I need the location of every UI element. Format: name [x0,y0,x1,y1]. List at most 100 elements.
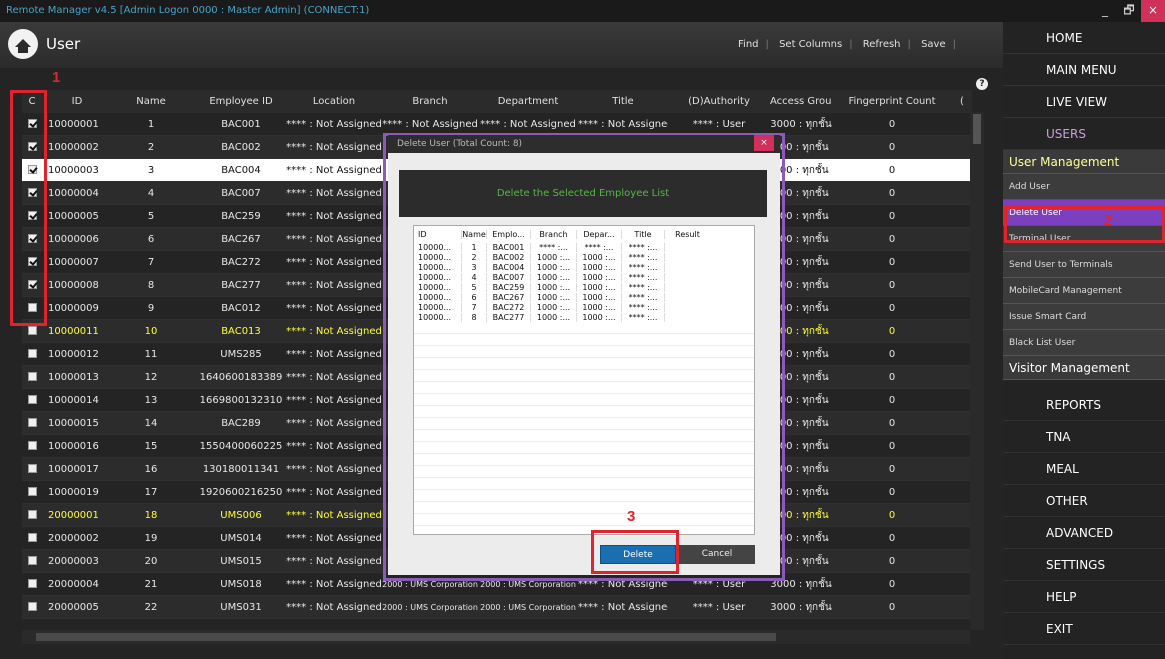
row-checkbox[interactable] [27,533,37,542]
nav-advanced[interactable]: ADVANCED [1003,517,1165,549]
row-checkbox[interactable] [27,464,37,473]
dialog-col-result[interactable]: Result [665,230,710,239]
nav-reports[interactable]: REPORTS [1003,389,1165,421]
dialog-col-name[interactable]: Name [462,229,487,239]
menu-issue-smart-card[interactable]: Issue Smart Card [1003,304,1165,330]
nav-help[interactable]: HELP [1003,581,1165,613]
column-header-name[interactable]: Name [106,96,196,107]
close-icon[interactable]: × [1141,0,1165,22]
column-header-fingerprint-count[interactable]: Fingerprint Count [832,96,952,107]
set-columns-button[interactable]: Set Columns [779,39,842,50]
refresh-button[interactable]: Refresh [863,39,901,50]
dialog-col-department[interactable]: Depar... [577,229,622,239]
menu-send-user-to-terminals[interactable]: Send User to Terminals [1003,252,1165,278]
row-checkbox[interactable] [27,372,37,381]
dialog-list-item[interactable]: 10000... 4 BAC007 1000 :... 1000 :... **** :.… [414,272,754,282]
nav-home[interactable]: HOME [1003,22,1165,54]
nav-live-view[interactable]: LIVE VIEW [1003,86,1165,118]
home-icon[interactable] [8,29,38,59]
find-button[interactable]: Find [738,39,759,50]
cell-fingerprint-count: 0 [888,325,896,337]
cell-id: 10000003 [48,164,99,176]
dialog-col-employee[interactable]: Emplo... [487,229,531,239]
dialog-list-item[interactable]: 10000... 8 BAC277 1000 :... 1000 :... **** :.… [414,312,754,322]
cell-department: **** : Not Assigned [480,118,576,130]
nav-other[interactable]: OTHER [1003,485,1165,517]
column-header-access-group[interactable]: Access Group [770,96,832,107]
row-checkbox[interactable] [27,510,37,519]
dialog-col-branch[interactable]: Branch [531,229,577,239]
nav-meal[interactable]: MEAL [1003,453,1165,485]
save-button[interactable]: Save [921,39,946,50]
minimize-icon[interactable]: _ [1093,0,1117,22]
menu-add-user[interactable]: Add User [1003,174,1165,200]
dialog-list-item[interactable]: 10000... 2 BAC002 1000 :... 1000 :... **** :.… [414,252,754,262]
user-management-header[interactable]: User Management [1003,150,1165,174]
cell-id: 20000002 [48,532,99,544]
row-checkbox[interactable] [27,602,37,611]
dialog-list-item[interactable]: 10000... 3 BAC004 1000 :... 1000 :... **** :.… [414,262,754,272]
dialog-cell-department: 1000 :... [577,292,622,302]
column-header-branch[interactable]: Branch [382,96,478,107]
nav-main-menu[interactable]: MAIN MENU [1003,54,1165,86]
dialog-cell-department: 1000 :... [577,302,622,312]
horizontal-scrollbar[interactable] [22,630,970,644]
column-header-department[interactable]: Department [478,96,578,107]
row-checkbox[interactable] [27,418,37,427]
row-checkbox[interactable] [27,395,37,404]
dialog-list-item[interactable]: 10000... 5 BAC259 1000 :... 1000 :... **** :.… [414,282,754,292]
column-header-authority[interactable]: (D)Authority [668,96,770,107]
column-header-title[interactable]: Title [578,96,668,107]
dialog-cell-id: 10000... [414,302,462,312]
row-checkbox[interactable] [27,579,37,588]
dialog-list-item[interactable]: 10000... 1 BAC001 **** :... **** :... **** :.… [414,242,754,252]
column-header-more[interactable]: ( [952,96,972,107]
dialog-cell-branch: 1000 :... [531,292,577,302]
dialog-empty-row [414,430,754,442]
row-checkbox[interactable] [27,349,37,358]
cell-fingerprint-count: 0 [888,233,896,245]
cell-employee-id: 1550400060225 [199,440,283,452]
nav-users[interactable]: USERS [1003,118,1165,150]
dialog-cell-name: 8 [462,312,487,322]
row-checkbox[interactable] [27,441,37,450]
dialog-list-item[interactable]: 10000... 6 BAC267 1000 :... 1000 :... **** :.… [414,292,754,302]
cell-id: 20000005 [48,601,99,613]
help-icon[interactable]: ? [976,78,988,90]
dialog-list-item[interactable]: 10000... 7 BAC272 1000 :... 1000 :... **** :.… [414,302,754,312]
column-header-id[interactable]: ID [42,96,106,107]
nav-tna[interactable]: TNA [1003,421,1165,453]
dialog-empty-row [414,502,754,514]
row-checkbox[interactable] [27,487,37,496]
row-checkbox[interactable] [27,326,37,335]
menu-mobilecard-management[interactable]: MobileCard Management [1003,278,1165,304]
annotation-box-1 [10,90,47,326]
vertical-scrollbar[interactable] [970,112,984,630]
scroll-thumb-horizontal[interactable] [36,633,776,641]
column-header-location[interactable]: Location [286,96,382,107]
cell-location: **** : Not Assigned [286,279,382,291]
menu-black-list-user[interactable]: Black List User [1003,330,1165,356]
dialog-col-title[interactable]: Title [622,229,665,239]
cancel-button[interactable]: Cancel [679,545,755,564]
cell-location: **** : Not Assigned [286,256,382,268]
visitor-management-header[interactable]: Visitor Management [1003,356,1165,380]
dialog-cell-name: 5 [462,282,487,292]
column-header-employee-id[interactable]: Employee ID [196,96,286,107]
nav-settings[interactable]: SETTINGS [1003,549,1165,581]
table-header: C ID Name Employee ID Location Branch De… [22,90,972,113]
row-checkbox[interactable] [27,556,37,565]
restore-icon[interactable]: 🗗 [1117,0,1141,22]
dialog-col-id[interactable]: ID [414,229,462,239]
cell-location: **** : Not Assigned [286,302,382,314]
nav-exit[interactable]: EXIT [1003,613,1165,645]
dialog-cell-title: **** :... [622,242,665,252]
cell-location: **** : Not Assigned [286,394,382,406]
annotation-box-2 [1004,206,1165,243]
annotation-label-2: 2 [1104,212,1113,229]
cell-employee-id: BAC277 [221,279,261,291]
dialog-close-icon[interactable]: × [754,135,774,151]
scroll-thumb[interactable] [973,114,981,144]
cell-id: 10000005 [48,210,99,222]
table-row[interactable]: 20000005 22 UMS031 **** : Not Assigned 2000 … [22,596,972,619]
